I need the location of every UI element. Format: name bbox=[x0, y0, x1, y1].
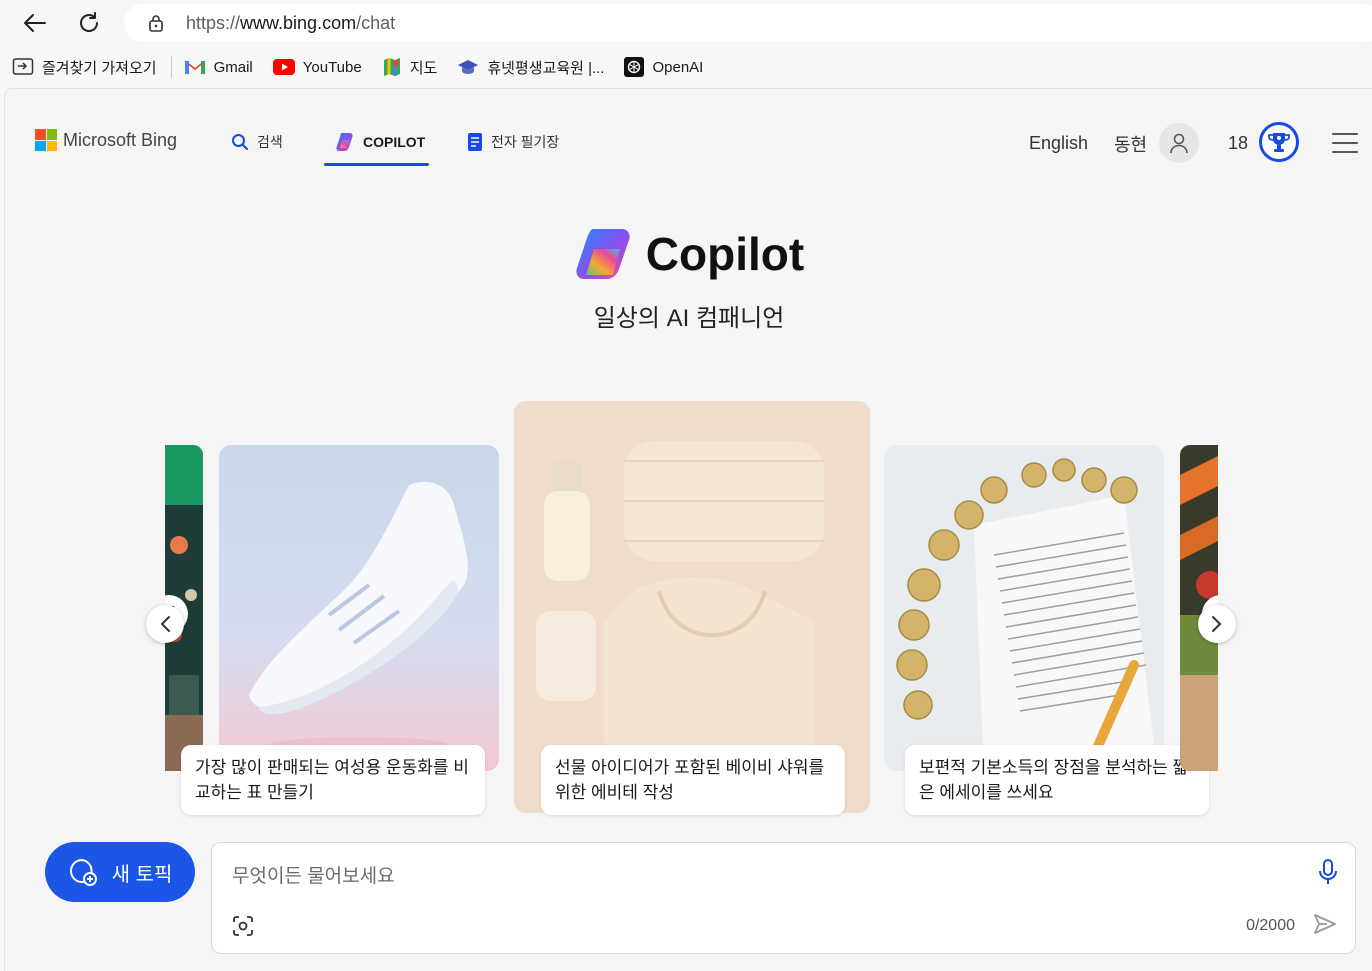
active-tab-indicator bbox=[324, 163, 429, 166]
menu-line-icon bbox=[1332, 142, 1358, 144]
character-counter: 0/2000 bbox=[1246, 917, 1295, 934]
camera-scan-icon bbox=[233, 916, 253, 936]
carousel-next-button-overlay[interactable] bbox=[1198, 605, 1236, 643]
bookmark-youtube[interactable]: YouTube bbox=[272, 59, 362, 76]
page-title: Copilot bbox=[574, 227, 804, 281]
suggestion-card-3[interactable]: 보편적 기본소득의 장점을 분석하는 짧은 에세이를 쓰세요 bbox=[905, 745, 1209, 815]
tab-search[interactable]: 검색 bbox=[231, 129, 283, 155]
suggestion-carousel: 가장 많이 판매되는 여성용 운동화를 비교하는 표 만들기 선물 아이디어가 … bbox=[165, 399, 1218, 829]
menu-line-icon bbox=[1332, 133, 1358, 135]
address-bar: https://www.bing.com/chat bbox=[0, 0, 1372, 46]
new-chat-icon bbox=[69, 858, 97, 886]
gmail-icon bbox=[184, 60, 206, 74]
chevron-right-icon bbox=[1212, 616, 1222, 632]
graduation-cap-icon bbox=[458, 60, 479, 74]
bookmark-import-favorites[interactable]: 즐겨찾기 가져오기 bbox=[12, 57, 157, 78]
hero: Copilot 일상의 AI 컴패니언 bbox=[5, 227, 1372, 333]
card-image-sneaker[interactable] bbox=[219, 445, 499, 771]
sneaker-image bbox=[219, 445, 499, 771]
bookmarks-bar: 즐겨찾기 가져오기 Gmail YouTube 지도 휴넷평생교육원 |... … bbox=[0, 46, 1372, 88]
voice-input-button[interactable] bbox=[1319, 859, 1337, 890]
new-topic-button[interactable]: 새 토픽 bbox=[45, 842, 195, 902]
send-icon bbox=[1314, 914, 1336, 934]
send-button[interactable] bbox=[1313, 913, 1337, 940]
coins-paper-image bbox=[884, 445, 1164, 771]
chevron-left-icon bbox=[160, 616, 170, 632]
bookmark-maps[interactable]: 지도 bbox=[382, 57, 437, 78]
microphone-icon bbox=[1319, 859, 1337, 884]
url-text: https://www.bing.com/chat bbox=[186, 12, 396, 33]
chat-input-box[interactable]: 무엇이든 물어보세요 0/2000 bbox=[211, 842, 1356, 954]
card-image-coins[interactable] bbox=[884, 445, 1164, 771]
menu-button[interactable] bbox=[1332, 133, 1358, 153]
copilot-icon bbox=[336, 133, 353, 151]
chat-input-placeholder[interactable]: 무엇이든 물어보세요 bbox=[232, 861, 395, 888]
page-subtitle: 일상의 AI 컴패니언 bbox=[593, 305, 785, 332]
bookmark-gmail[interactable]: Gmail bbox=[184, 58, 253, 76]
carousel-prev-button-overlay[interactable] bbox=[146, 605, 184, 643]
suggestion-card-1[interactable]: 가장 많이 판매되는 여성용 운동화를 비교하는 표 만들기 bbox=[181, 745, 485, 815]
copilot-logo-icon bbox=[576, 229, 630, 279]
avatar[interactable] bbox=[1159, 123, 1199, 163]
top-navigation: Microsoft Bing 검색 COPILOT 전자 필기장 English… bbox=[5, 89, 1372, 179]
search-icon bbox=[232, 134, 248, 150]
trophy-icon bbox=[1268, 133, 1290, 152]
rewards-button[interactable] bbox=[1259, 122, 1299, 162]
menu-line-icon bbox=[1332, 151, 1358, 153]
back-arrow-icon bbox=[24, 14, 46, 32]
language-link[interactable]: English bbox=[1029, 133, 1088, 154]
user-icon bbox=[1170, 133, 1188, 154]
notebook-icon bbox=[468, 133, 482, 151]
tab-notebook[interactable]: 전자 필기장 bbox=[467, 129, 559, 155]
url-field[interactable]: https://www.bing.com/chat bbox=[124, 4, 1372, 42]
back-button[interactable] bbox=[18, 6, 52, 40]
user-name[interactable]: 동현 bbox=[1114, 131, 1147, 157]
bookmark-openai[interactable]: OpenAI bbox=[624, 57, 703, 77]
import-favorites-icon bbox=[12, 58, 34, 75]
youtube-icon bbox=[272, 59, 295, 75]
reward-count[interactable]: 18 bbox=[1228, 133, 1248, 154]
page-content: Microsoft Bing 검색 COPILOT 전자 필기장 English… bbox=[4, 88, 1372, 971]
microsoft-logo-icon bbox=[35, 129, 57, 151]
tab-copilot[interactable]: COPILOT bbox=[335, 129, 425, 155]
lock-icon bbox=[149, 15, 163, 32]
openai-icon bbox=[624, 57, 645, 77]
bookmark-hunet[interactable]: 휴넷평생교육원 |... bbox=[457, 57, 604, 78]
refresh-icon bbox=[80, 12, 99, 32]
suggestion-card-2[interactable]: 선물 아이디어가 포함된 베이비 샤워를 위한 에비테 작성 bbox=[541, 745, 845, 815]
bing-logo[interactable]: Microsoft Bing bbox=[35, 129, 177, 151]
refresh-button[interactable] bbox=[72, 6, 106, 40]
visual-search-button[interactable] bbox=[232, 915, 254, 942]
bookmarks-separator bbox=[170, 56, 172, 78]
maps-icon bbox=[383, 58, 400, 76]
